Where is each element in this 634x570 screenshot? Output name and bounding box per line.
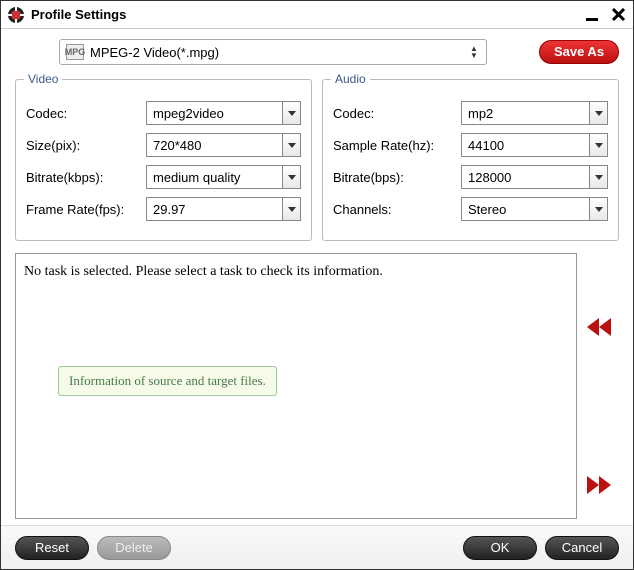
video-size-label: Size(pix): <box>26 138 146 153</box>
profile-select-text: MPEG-2 Video(*.mpg) <box>90 45 466 60</box>
minimize-button[interactable] <box>583 6 601 24</box>
video-codec-row: Codec: mpeg2video <box>26 100 301 126</box>
audio-bitrate-row: Bitrate(bps): 128000 <box>333 164 608 190</box>
info-box: No task is selected. Please select a tas… <box>15 253 577 519</box>
profile-row: MPG MPEG-2 Video(*.mpg) ▲▼ Save As <box>15 39 619 65</box>
video-bitrate-value: medium quality <box>153 170 240 185</box>
audio-bitrate-value: 128000 <box>468 170 511 185</box>
chevron-down-icon <box>589 102 607 124</box>
content-area: MPG MPEG-2 Video(*.mpg) ▲▼ Save As Video… <box>1 29 633 525</box>
audio-codec-row: Codec: mp2 <box>333 100 608 126</box>
window-buttons <box>583 6 627 24</box>
audio-channels-value: Stereo <box>468 202 506 217</box>
audio-samplerate-value: 44100 <box>468 138 504 153</box>
prev-arrow-button[interactable] <box>583 313 615 341</box>
close-button[interactable] <box>609 6 627 24</box>
chevron-down-icon <box>589 134 607 156</box>
video-bitrate-row: Bitrate(kbps): medium quality <box>26 164 301 190</box>
video-codec-value: mpeg2video <box>153 106 224 121</box>
window-title: Profile Settings <box>31 7 583 22</box>
audio-channels-select[interactable]: Stereo <box>461 197 608 221</box>
audio-samplerate-label: Sample Rate(hz): <box>333 138 461 153</box>
spinner-icon[interactable]: ▲▼ <box>466 45 482 59</box>
video-framerate-row: Frame Rate(fps): 29.97 <box>26 196 301 222</box>
audio-channels-label: Channels: <box>333 202 461 217</box>
audio-codec-value: mp2 <box>468 106 493 121</box>
chevron-down-icon <box>589 166 607 188</box>
audio-channels-row: Channels: Stereo <box>333 196 608 222</box>
footer: Reset Delete OK Cancel <box>1 525 633 569</box>
info-area: No task is selected. Please select a tas… <box>15 253 619 519</box>
info-message: No task is selected. Please select a tas… <box>24 264 383 279</box>
video-group: Video Codec: mpeg2video Size(pix): 720*4… <box>15 79 312 241</box>
nav-arrows <box>583 253 619 519</box>
profile-settings-window: Profile Settings MPG MPEG-2 Video(*.mpg)… <box>0 0 634 570</box>
audio-codec-select[interactable]: mp2 <box>461 101 608 125</box>
format-icon: MPG <box>66 44 84 60</box>
cancel-button[interactable]: Cancel <box>545 536 619 560</box>
chevron-down-icon <box>282 102 300 124</box>
video-bitrate-select[interactable]: medium quality <box>146 165 301 189</box>
video-framerate-value: 29.97 <box>153 202 186 217</box>
reset-button[interactable]: Reset <box>15 536 89 560</box>
audio-legend: Audio <box>331 72 370 86</box>
audio-group: Audio Codec: mp2 Sample Rate(hz): 44100 <box>322 79 619 241</box>
app-icon <box>7 6 25 24</box>
video-framerate-label: Frame Rate(fps): <box>26 202 146 217</box>
save-as-button[interactable]: Save As <box>539 40 619 64</box>
titlebar: Profile Settings <box>1 1 633 29</box>
video-bitrate-label: Bitrate(kbps): <box>26 170 146 185</box>
delete-button[interactable]: Delete <box>97 536 171 560</box>
chevron-down-icon <box>282 166 300 188</box>
video-legend: Video <box>24 72 62 86</box>
chevron-down-icon <box>282 134 300 156</box>
next-arrow-button[interactable] <box>583 471 615 499</box>
audio-samplerate-select[interactable]: 44100 <box>461 133 608 157</box>
settings-groups: Video Codec: mpeg2video Size(pix): 720*4… <box>15 79 619 241</box>
video-size-select[interactable]: 720*480 <box>146 133 301 157</box>
video-codec-label: Codec: <box>26 106 146 121</box>
video-size-row: Size(pix): 720*480 <box>26 132 301 158</box>
info-tooltip: Information of source and target files. <box>58 366 277 396</box>
audio-samplerate-row: Sample Rate(hz): 44100 <box>333 132 608 158</box>
audio-bitrate-select[interactable]: 128000 <box>461 165 608 189</box>
ok-button[interactable]: OK <box>463 536 537 560</box>
audio-codec-label: Codec: <box>333 106 461 121</box>
video-codec-select[interactable]: mpeg2video <box>146 101 301 125</box>
video-size-value: 720*480 <box>153 138 201 153</box>
video-framerate-select[interactable]: 29.97 <box>146 197 301 221</box>
audio-bitrate-label: Bitrate(bps): <box>333 170 461 185</box>
chevron-down-icon <box>589 198 607 220</box>
chevron-down-icon <box>282 198 300 220</box>
profile-select[interactable]: MPG MPEG-2 Video(*.mpg) ▲▼ <box>59 39 487 65</box>
